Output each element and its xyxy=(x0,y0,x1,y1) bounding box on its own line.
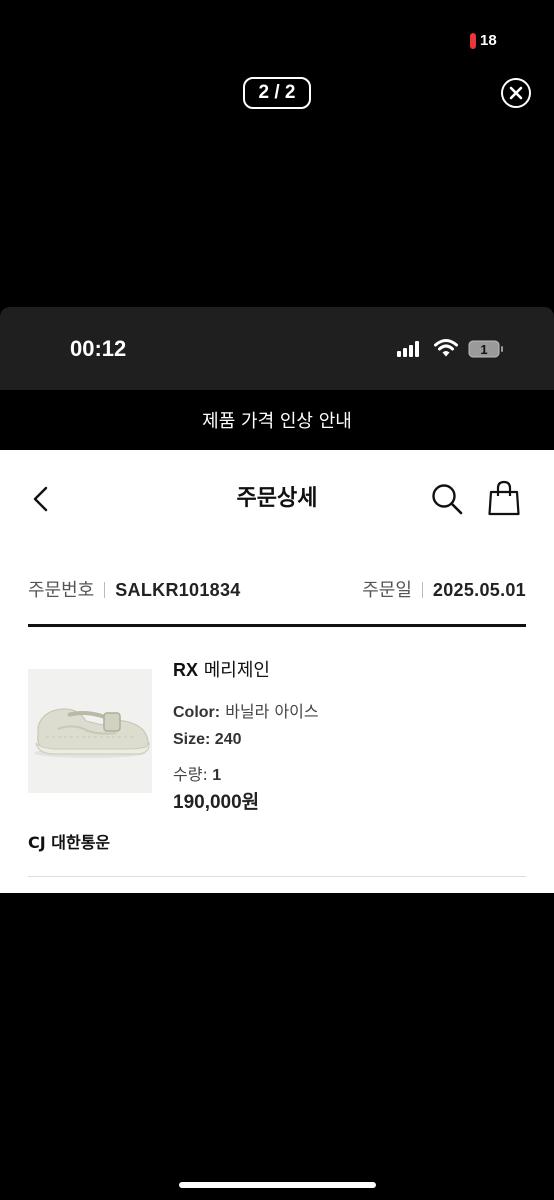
battery-level: 1 xyxy=(480,342,487,357)
item-divider xyxy=(28,876,526,877)
battery-icon: 1 xyxy=(468,340,503,358)
divider xyxy=(104,582,106,598)
status-bar: 00:12 1 xyxy=(0,307,554,390)
quantity-value: 1 xyxy=(207,767,222,784)
shipping-carrier: CJ 대한통운 xyxy=(28,833,111,852)
shoe-image xyxy=(34,708,150,758)
size-label: Size: xyxy=(173,731,211,748)
embedded-screenshot: 00:12 1 제품 가격 인상 안내 주문상세 주문번호 SALKR10183… xyxy=(0,307,554,893)
close-icon xyxy=(509,86,523,100)
page-title: 주문상세 xyxy=(236,486,318,511)
section-divider xyxy=(28,624,526,627)
order-number-value: SALKR101834 xyxy=(115,580,241,600)
order-info-row: 주문번호 SALKR101834 주문일 2025.05.01 xyxy=(28,576,526,601)
notice-banner[interactable]: 제품 가격 인상 안내 xyxy=(0,390,554,450)
recording-count: 18 xyxy=(480,32,497,49)
product-name-prefix: RX xyxy=(173,660,199,680)
product-name-rest: 메리제인 xyxy=(198,660,270,681)
search-icon[interactable] xyxy=(430,482,464,516)
wifi-icon xyxy=(434,339,458,357)
product-name[interactable]: RX 메리제인 xyxy=(173,656,270,682)
close-button[interactable] xyxy=(501,78,531,108)
divider xyxy=(421,582,423,598)
color-value: 바닐라 아이스 xyxy=(220,702,319,721)
recording-indicator-icon xyxy=(470,32,476,49)
order-date-value: 2025.05.01 xyxy=(432,580,526,600)
size-value: 240 xyxy=(210,731,242,748)
order-date-label: 주문일 xyxy=(362,580,412,601)
color-label: Color: xyxy=(173,704,221,721)
status-time: 00:12 xyxy=(70,336,127,361)
product-quantity: 수량: 1 xyxy=(173,761,221,785)
product-thumbnail[interactable] xyxy=(28,669,152,793)
product-color: Color: 바닐라 아이스 xyxy=(173,698,319,722)
page-indicator: 2 / 2 xyxy=(243,77,311,109)
home-indicator[interactable] xyxy=(179,1182,376,1188)
quantity-label: 수량: xyxy=(173,765,208,784)
cellular-signal-icon xyxy=(397,341,419,357)
recording-badge: 18 xyxy=(470,32,497,49)
product-size: Size: 240 xyxy=(173,729,241,749)
order-number-label: 주문번호 xyxy=(28,580,95,601)
product-price: 190,000원 xyxy=(173,792,260,813)
shopping-bag-icon[interactable] xyxy=(487,480,521,516)
order-detail-page: 주문상세 주문번호 SALKR101834 주문일 2025.05.01 RX … xyxy=(0,450,554,893)
